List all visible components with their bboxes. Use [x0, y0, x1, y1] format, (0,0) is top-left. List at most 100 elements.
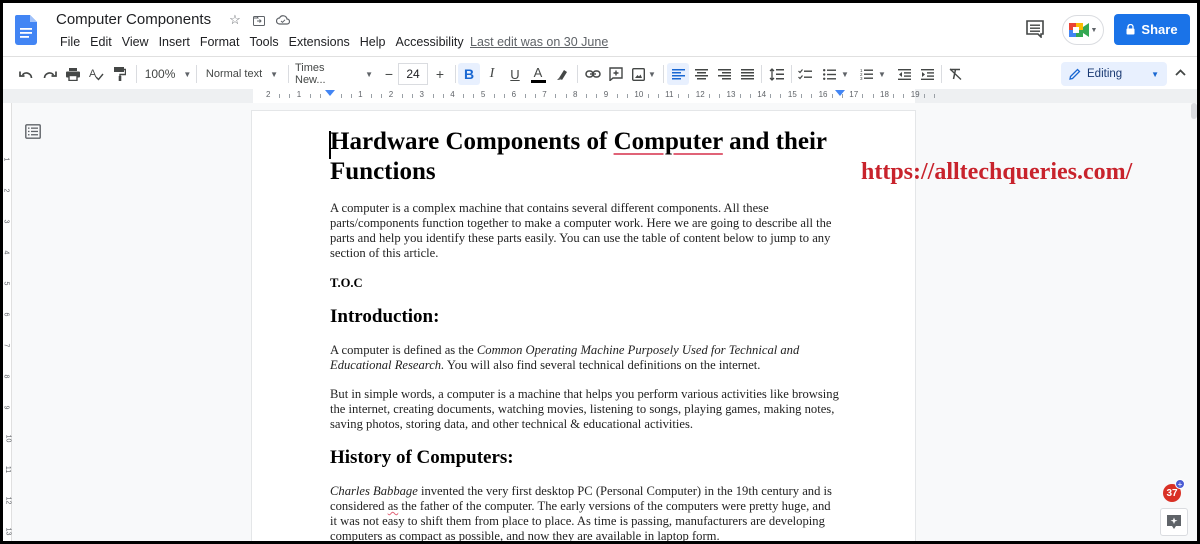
title-bar: Computer Components ☆ File Edit View Ins…: [3, 3, 1197, 56]
document-outline-icon[interactable]: [25, 124, 41, 139]
redo-icon[interactable]: [41, 63, 59, 85]
insert-link-icon[interactable]: [583, 63, 603, 85]
ruler-number: 2: [3, 188, 10, 193]
grammar-suggestion[interactable]: as: [388, 499, 399, 513]
ruler-tick: [586, 94, 588, 98]
vertical-ruler[interactable]: 1 2 3 4 5 6 7 8 9 10 11 12 13: [3, 103, 12, 541]
ruler-number: 12: [4, 496, 12, 505]
menu-accessibility[interactable]: Accessibility: [391, 35, 469, 49]
menu-view[interactable]: View: [117, 35, 154, 49]
ruler-number: 5: [480, 90, 486, 99]
share-button[interactable]: Share: [1114, 14, 1190, 45]
italic-text: Charles Babbage: [330, 484, 418, 498]
decrease-indent-icon[interactable]: [894, 63, 914, 85]
comment-history-icon[interactable]: [1025, 20, 1045, 38]
decrease-font-size-button[interactable]: −: [381, 63, 397, 85]
paragraph-style-select[interactable]: Normal text ▼: [201, 63, 283, 85]
meet-dropdown-icon: ▼: [1090, 26, 1098, 34]
ruler-tick: [831, 94, 833, 98]
menu-tools[interactable]: Tools: [244, 35, 283, 49]
font-family-value: Times New...: [295, 62, 326, 86]
increase-indent-icon[interactable]: [917, 63, 937, 85]
chevron-down-icon: ▼: [183, 69, 192, 79]
add-comment-icon[interactable]: [606, 63, 626, 85]
ruler-number: 14: [757, 90, 767, 99]
font-family-select[interactable]: Times New... ▼: [295, 62, 373, 86]
italic-button[interactable]: I: [482, 63, 502, 85]
ruler-tick: [381, 94, 383, 98]
horizontal-ruler[interactable]: 2 1 1 2 3 4 5 6 7 8 9 10 11 12 13 14 15 16 17 18 19: [3, 89, 1197, 103]
ruler-number: 9: [603, 90, 609, 99]
menu-extensions[interactable]: Extensions: [284, 35, 355, 49]
paragraph-text: the father of the computer. The early ve…: [330, 499, 831, 541]
align-right-icon[interactable]: [714, 63, 734, 85]
section-heading-history: History of Computers:: [330, 447, 514, 468]
misspelled-word[interactable]: Computer: [614, 128, 723, 155]
paragraph-text: You will also find several technical def…: [444, 358, 761, 372]
svg-text:3: 3: [860, 76, 863, 80]
ruler-tick: [923, 94, 925, 98]
ruler-tick: [524, 94, 526, 98]
insert-image-button[interactable]: ▼: [630, 63, 658, 85]
move-to-folder-icon[interactable]: [252, 15, 266, 26]
cloud-saved-icon[interactable]: [276, 15, 290, 25]
align-justify-icon[interactable]: [737, 63, 757, 85]
share-label: Share: [1141, 22, 1178, 37]
right-indent-marker[interactable]: [835, 90, 846, 96]
document-page[interactable]: Hardware Components of Computer and thei…: [252, 111, 915, 541]
ruler-tick: [739, 94, 741, 98]
left-indent-marker[interactable]: [325, 90, 336, 96]
ruler-tick: [688, 94, 690, 98]
star-icon[interactable]: ☆: [228, 12, 242, 28]
bold-button[interactable]: B: [458, 63, 480, 85]
document-body[interactable]: Hardware Components of Computer and thei…: [329, 127, 840, 541]
google-docs-logo-icon[interactable]: [15, 15, 37, 45]
text-cursor: [329, 131, 331, 159]
ruler-number: 18: [880, 90, 889, 99]
toolbar-separator: [577, 65, 578, 83]
menu-edit[interactable]: Edit: [85, 35, 117, 49]
last-edit-link[interactable]: Last edit was on 30 June: [470, 35, 608, 49]
chevron-down-icon: ▼: [270, 69, 279, 79]
text-color-swatch: [530, 79, 546, 83]
meet-button[interactable]: ▼: [1062, 15, 1104, 45]
plus-icon: +: [1175, 479, 1185, 489]
ruler-number: 12: [695, 90, 705, 99]
increase-font-size-button[interactable]: +: [432, 63, 448, 85]
clear-formatting-icon[interactable]: [945, 63, 965, 85]
ruler-tick: [432, 94, 434, 98]
print-icon[interactable]: [64, 63, 82, 85]
paint-format-icon[interactable]: [111, 63, 129, 85]
ruler-number: 11: [4, 465, 12, 474]
align-center-icon[interactable]: [691, 63, 711, 85]
ruler-number: 15: [787, 90, 797, 99]
zoom-select[interactable]: 100% ▼: [143, 63, 193, 85]
scrollbar-thumb[interactable]: [1191, 103, 1197, 119]
numbered-list-button[interactable]: 123 ▼: [857, 63, 889, 85]
line-spacing-icon[interactable]: [766, 63, 786, 85]
ruler-tick: [903, 94, 905, 98]
ruler-tick: [801, 94, 803, 98]
explore-button[interactable]: [1160, 508, 1188, 536]
bulleted-list-button[interactable]: ▼: [820, 63, 852, 85]
text-color-button[interactable]: A: [528, 63, 548, 85]
undo-icon[interactable]: [17, 63, 35, 85]
ruler-tick: [309, 94, 311, 98]
spellcheck-icon[interactable]: A: [87, 63, 105, 85]
menu-insert[interactable]: Insert: [154, 35, 195, 49]
ruler-number: 6: [511, 90, 517, 99]
menu-file[interactable]: File: [55, 35, 85, 49]
underline-button[interactable]: U: [505, 63, 525, 85]
menu-help[interactable]: Help: [355, 35, 391, 49]
editing-mode-select[interactable]: Editing ▼: [1061, 62, 1167, 86]
definition-paragraph: A computer is defined as the Common Oper…: [330, 343, 840, 373]
checklist-icon[interactable]: [795, 63, 815, 85]
highlight-color-icon[interactable]: [552, 63, 572, 85]
paragraph-text: A computer is defined as the: [330, 343, 477, 357]
align-left-icon[interactable]: [667, 63, 689, 85]
collapse-menus-icon[interactable]: [1175, 65, 1186, 79]
document-title[interactable]: Computer Components: [56, 11, 211, 28]
font-size-input[interactable]: 24: [398, 63, 428, 85]
ruler-number: 2: [266, 90, 271, 99]
menu-format[interactable]: Format: [195, 35, 245, 49]
